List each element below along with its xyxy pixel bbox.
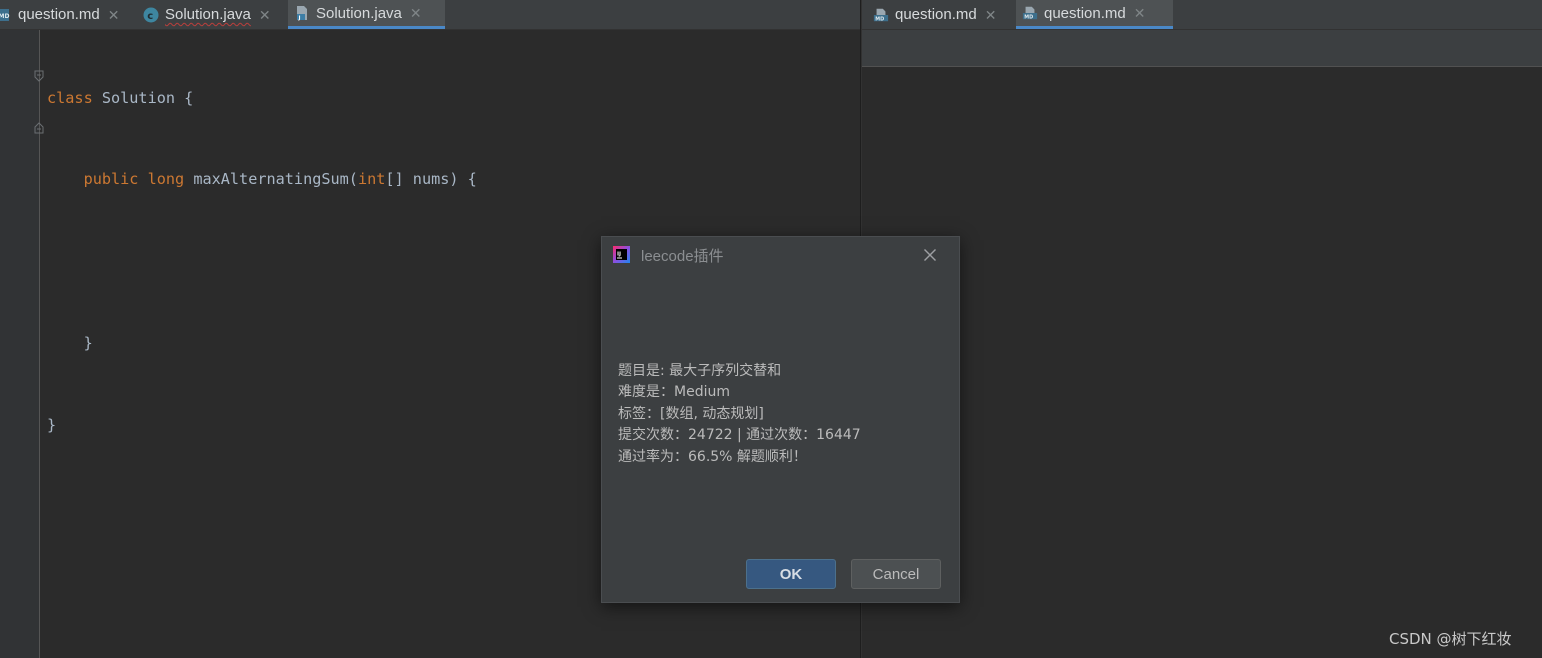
code-line-2: public long maxAlternatingSum(int[] nums… (47, 166, 477, 193)
tab-label: Solution.java (165, 6, 251, 23)
java-class-icon: c (143, 7, 159, 23)
leecode-plugin-dialog: IJ leecode插件 题目是: 最大子序列交替和 难度是：Medium 标签… (601, 236, 960, 603)
code-line-4: } (47, 334, 93, 353)
markdown-file-icon: MD (1022, 5, 1038, 21)
method-name: maxAlternatingSum( (193, 170, 358, 189)
code-editor[interactable]: class Solution { public long maxAlternat… (47, 30, 477, 494)
svg-text:IJ: IJ (617, 252, 621, 258)
markdown-file-icon: MD (873, 7, 889, 23)
markdown-preview-toolbar (862, 30, 1542, 67)
dialog-title-bar[interactable]: IJ leecode插件 (602, 237, 959, 273)
close-icon[interactable]: ✕ (1134, 6, 1146, 20)
tags-line: 标签：[数组, 动态规划] (618, 405, 764, 422)
code-line-1: class Solution { (47, 85, 477, 112)
close-icon[interactable]: ✕ (259, 8, 271, 22)
difficulty-line: 难度是：Medium (618, 384, 730, 401)
keyword-long: long (147, 170, 185, 189)
ide-window: MD question.md ✕ c Solution.java ✕ J Sol… (0, 0, 1542, 658)
tab-solution-java-class[interactable]: c Solution.java ✕ (137, 0, 279, 29)
close-icon[interactable] (920, 245, 940, 265)
tab-label: question.md (895, 6, 977, 23)
submission-stats-line: 提交次数：24722 | 通过次数：16447 (618, 427, 861, 444)
svg-text:MD: MD (875, 16, 884, 22)
tab-label: question.md (1044, 4, 1126, 22)
keyword-class: class (47, 88, 93, 107)
csdn-watermark: CSDN @树下红妆 (1389, 630, 1512, 648)
tab-question-md-right-1[interactable]: MD question.md ✕ (867, 0, 1004, 29)
keyword-int: int (357, 170, 386, 189)
java-file-icon: J (294, 5, 310, 21)
ok-button[interactable]: OK (746, 559, 836, 589)
acceptance-rate-line: 通过率为：66.5% 解题顺利！ (618, 448, 807, 465)
left-editor-tabbar: MD question.md ✕ c Solution.java ✕ J Sol… (0, 0, 860, 30)
method-params: [] nums) { (385, 170, 477, 189)
intellij-idea-icon: IJ (613, 246, 630, 263)
dialog-title: leecode插件 (641, 248, 724, 265)
svg-text:MD: MD (0, 13, 9, 20)
close-icon[interactable]: ✕ (108, 8, 120, 22)
tab-label: question.md (18, 6, 100, 23)
close-icon[interactable]: ✕ (410, 6, 422, 20)
svg-text:J: J (298, 16, 301, 22)
problem-title-line: 题目是: 最大子序列交替和 (618, 363, 782, 379)
fold-close-icon[interactable] (34, 119, 44, 134)
fold-open-icon[interactable] (34, 67, 44, 82)
dialog-message: 题目是: 最大子序列交替和 难度是：Medium 标签：[数组, 动态规划] 提… (618, 361, 861, 468)
svg-text:MD: MD (1024, 14, 1033, 20)
tab-question-md-right-active[interactable]: MD question.md ✕ (1016, 0, 1173, 29)
keyword-public: public (83, 170, 139, 189)
close-icon[interactable]: ✕ (985, 8, 997, 22)
tab-label: Solution.java (316, 4, 402, 22)
markdown-file-icon: MD (0, 7, 12, 23)
class-name: Solution { (92, 88, 194, 107)
svg-text:c: c (147, 11, 153, 22)
tab-question-md[interactable]: MD question.md ✕ (0, 0, 127, 29)
right-editor-tabbar: MD question.md ✕ MD question.md ✕ (862, 0, 1542, 30)
cancel-button[interactable]: Cancel (851, 559, 941, 589)
right-editor-pane: MD question.md ✕ MD question.md ✕ (862, 0, 1542, 658)
code-line-5: } (47, 416, 57, 435)
tab-solution-java-active[interactable]: J Solution.java ✕ (288, 0, 445, 29)
